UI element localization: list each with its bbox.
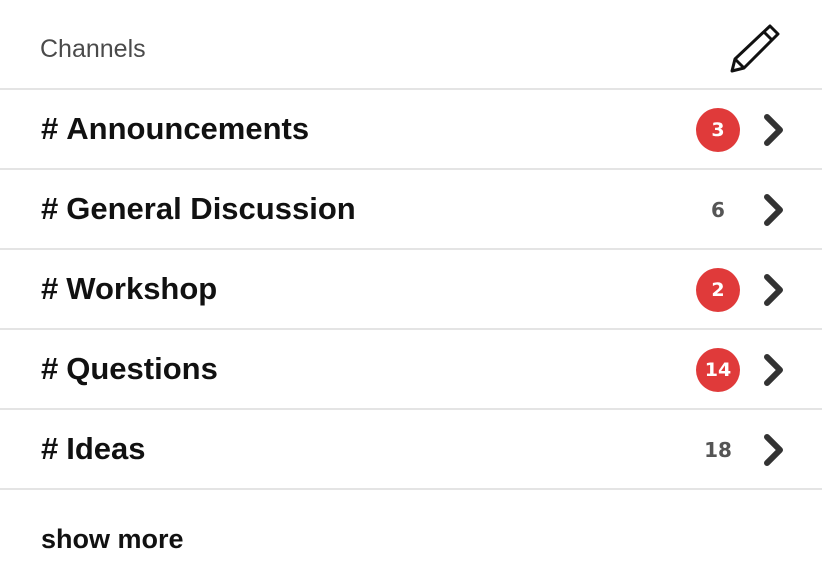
channel-row-general-discussion[interactable]: # General Discussion 6 — [0, 170, 822, 250]
message-count: 18 — [704, 438, 732, 462]
channel-hash: # — [41, 111, 59, 146]
pencil-icon — [730, 24, 780, 73]
unread-badge: 14 — [696, 348, 740, 392]
channel-label: Announcements — [66, 111, 310, 146]
channel-hash: # — [41, 431, 59, 466]
channel-hash: # — [41, 271, 59, 306]
channel-name: # Workshop — [41, 270, 217, 308]
channel-name: # Ideas — [41, 430, 146, 468]
channel-name: # Announcements — [41, 110, 309, 148]
channel-hash: # — [41, 351, 59, 386]
channel-name: # Questions — [41, 350, 218, 388]
unread-badge: 2 — [696, 268, 740, 312]
chevron-right-icon — [760, 112, 788, 148]
chevron-right-icon — [760, 192, 788, 228]
edit-channels-button[interactable] — [726, 18, 786, 78]
channel-name: # General Discussion — [41, 190, 356, 228]
channel-list: # Announcements 3 # General Discussion 6 #… — [0, 90, 822, 490]
channel-row-workshop[interactable]: # Workshop 2 — [0, 250, 822, 330]
channel-hash: # — [41, 191, 59, 226]
channel-label: Workshop — [66, 271, 218, 306]
show-more-link[interactable]: show more — [41, 522, 184, 556]
unread-badge: 3 — [696, 108, 740, 152]
chevron-right-icon — [760, 352, 788, 388]
channel-label: Questions — [66, 351, 218, 386]
channels-title: Channels — [40, 35, 146, 63]
chevron-right-icon — [760, 272, 788, 308]
message-count: 6 — [711, 198, 725, 222]
chevron-right-icon — [760, 432, 788, 468]
channel-row-announcements[interactable]: # Announcements 3 — [0, 90, 822, 170]
channel-label: General Discussion — [66, 191, 356, 226]
channel-label: Ideas — [66, 431, 146, 466]
channel-row-ideas[interactable]: # Ideas 18 — [0, 410, 822, 490]
channel-row-questions[interactable]: # Questions 14 — [0, 330, 822, 410]
channels-header: Channels — [0, 0, 822, 90]
